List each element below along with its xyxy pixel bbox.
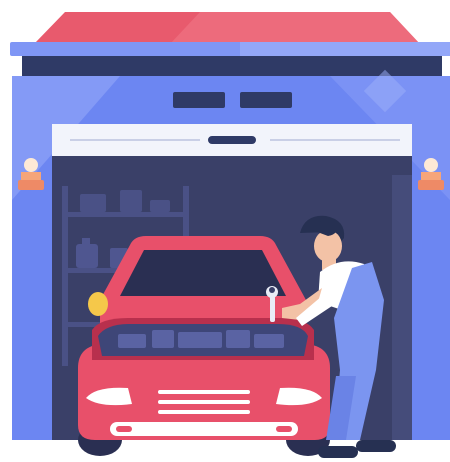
- garage-roof: [10, 12, 450, 56]
- garage-illustration: [10, 12, 450, 458]
